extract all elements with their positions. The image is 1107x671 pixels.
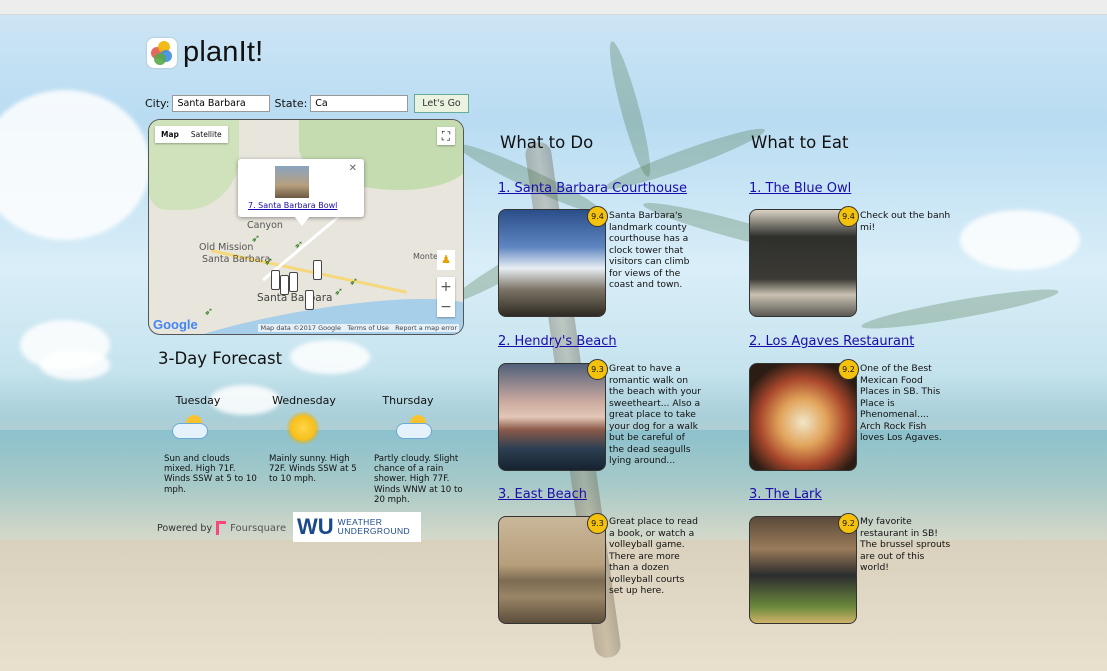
map-marker-icon[interactable]: ➶ [264, 255, 273, 268]
foursquare-icon [216, 521, 227, 535]
map-type-map-button[interactable]: Map [155, 126, 185, 143]
app-name: planIt! [183, 36, 264, 68]
eat-item-link[interactable]: 1. The Blue Owl [749, 181, 851, 196]
map-pin-icon[interactable] [280, 275, 289, 295]
forecast-day-name: Tuesday [175, 394, 221, 407]
todo-item-photo[interactable] [498, 516, 606, 624]
planit-logo-icon [147, 37, 177, 68]
todo-item-desc: Great place to read a book, or watch a v… [609, 516, 698, 596]
zoom-in-button[interactable]: + [437, 277, 455, 297]
rating-badge: 9.2 [838, 359, 859, 380]
rating-badge: 9.3 [587, 359, 608, 380]
rating-badge: 9.4 [587, 206, 608, 227]
foursquare-label: Foursquare [230, 522, 287, 534]
rating-badge: 9.2 [838, 513, 859, 534]
eat-item-desc: Check out the banh mi! [860, 210, 951, 233]
rating-badge: 9.4 [838, 206, 859, 227]
lets-go-button[interactable]: Let's Go [414, 94, 469, 113]
info-window-thumbnail [275, 166, 309, 198]
map-pin-icon[interactable] [305, 290, 314, 310]
eat-item-link[interactable]: 3. The Lark [749, 487, 822, 502]
app-logo[interactable]: planIt! [147, 36, 263, 69]
what-to-eat-title: What to Eat [751, 133, 849, 152]
city-input[interactable] [172, 95, 271, 112]
browser-top-strip [0, 0, 1107, 15]
fullscreen-icon[interactable]: ⛶ [437, 127, 455, 145]
todo-item-link[interactable]: 3. East Beach [498, 487, 587, 502]
powered-by-foursquare[interactable]: Powered by Foursquare [157, 521, 286, 535]
eat-item-photo[interactable] [749, 363, 857, 471]
map-view[interactable]: Canyon Old Mission Santa Barbara Santa B… [148, 119, 464, 335]
map-pin-icon[interactable] [289, 272, 298, 292]
wu-wordmark: WEATHER UNDERGROUND [338, 518, 410, 536]
map-label: Santa Barbara [202, 254, 271, 265]
city-label: City: [145, 97, 170, 110]
map-marker-icon[interactable]: ➶ [334, 285, 343, 298]
eat-item-link[interactable]: 2. Los Agaves Restaurant [749, 334, 914, 349]
todo-item-photo[interactable] [498, 209, 606, 317]
powered-by-label: Powered by [157, 522, 213, 534]
weather-underground-logo[interactable]: WU WEATHER UNDERGROUND [293, 512, 421, 542]
todo-item-link[interactable]: 1. Santa Barbara Courthouse [498, 181, 687, 196]
map-marker-icon[interactable]: ➶ [251, 232, 260, 245]
search-form: City: State: Let's Go [145, 94, 469, 113]
eat-item-desc: One of the Best Mexican Food Places in S… [860, 363, 942, 443]
google-logo[interactable]: Google [153, 317, 198, 332]
todo-item-photo[interactable] [498, 363, 606, 471]
map-marker-icon[interactable]: ➶ [204, 305, 213, 318]
map-pin-icon[interactable] [271, 270, 280, 290]
forecast-day: Thursday Partly cloudy. Slight chance of… [360, 394, 463, 505]
todo-item-desc: Great to have a romantic walk on the bea… [609, 363, 701, 466]
sun-icon [256, 415, 352, 447]
map-label: Santa Barbara [257, 292, 333, 304]
map-type-satellite-button[interactable]: Satellite [185, 126, 228, 143]
todo-item-desc: Santa Barbara's landmark county courthou… [609, 210, 690, 290]
wu-mark: WU [297, 514, 334, 539]
state-label: State: [274, 97, 308, 110]
info-window-link[interactable]: 7. Santa Barbara Bowl [248, 201, 337, 210]
forecast-day: Wednesday Mainly sunny. High 72F. Winds … [256, 394, 357, 484]
eat-item-photo[interactable] [749, 516, 857, 624]
map-label: Monte [413, 252, 438, 261]
map-attribution: Map data ©2017 Google Terms of Use Repor… [258, 324, 459, 332]
what-to-do-title: What to Do [500, 133, 594, 152]
zoom-out-button[interactable]: − [437, 297, 455, 317]
close-icon[interactable]: ✕ [349, 163, 357, 174]
map-marker-icon[interactable]: ➶ [349, 275, 358, 288]
zoom-control: + − [437, 277, 455, 317]
report-error-link[interactable]: Report a map error [395, 324, 457, 332]
forecast-title: 3-Day Forecast [158, 349, 283, 368]
map-type-control: Map Satellite [155, 126, 228, 143]
state-input[interactable] [310, 95, 409, 112]
map-label: Canyon [247, 220, 283, 231]
forecast-day-desc: Partly cloudy. Slight chance of a rain s… [374, 454, 463, 505]
map-pin-icon[interactable] [313, 260, 322, 280]
rating-badge: 9.3 [587, 513, 608, 534]
forecast-day-desc: Sun and clouds mixed. High 71F. Winds SS… [164, 454, 257, 495]
partly-cloudy-icon [360, 415, 456, 447]
map-data-credit: Map data ©2017 Google [260, 324, 341, 332]
terms-link[interactable]: Terms of Use [347, 324, 389, 332]
forecast-day-desc: Mainly sunny. High 72F. Winds SSW at 5 t… [269, 454, 357, 485]
todo-item-link[interactable]: 2. Hendry's Beach [498, 334, 617, 349]
partly-cloudy-icon [150, 415, 246, 447]
map-info-window: ✕ 7. Santa Barbara Bowl [238, 159, 364, 226]
eat-item-photo[interactable] [749, 209, 857, 317]
wu-word: UNDERGROUND [337, 526, 411, 536]
map-label: Old Mission [199, 242, 254, 253]
street-view-pegman-icon[interactable]: ♟ [437, 250, 455, 270]
forecast-day: Tuesday Sun and clouds mixed. High 71F. … [150, 394, 257, 495]
eat-item-desc: My favorite restaurant in SB! The brusse… [860, 516, 951, 573]
forecast-day-name: Wednesday [272, 394, 336, 407]
map-marker-icon[interactable]: ➶ [294, 238, 303, 251]
forecast-day-name: Thursday [382, 394, 434, 407]
